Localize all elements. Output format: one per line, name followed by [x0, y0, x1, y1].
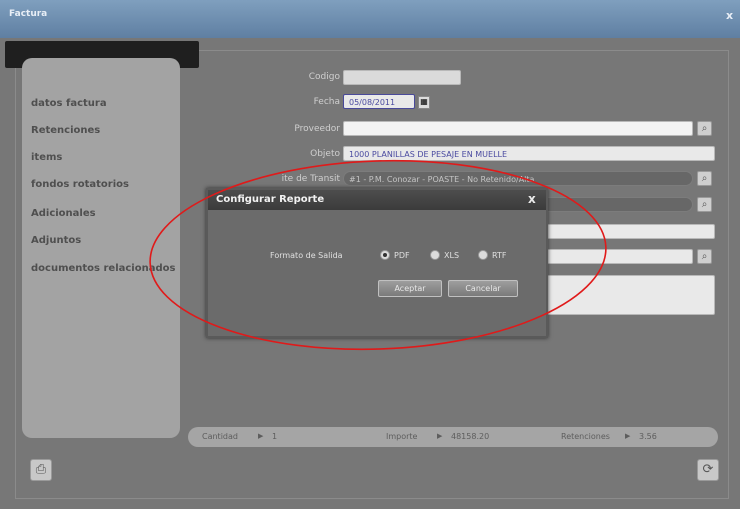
- lookup-search-icon[interactable]: ⌕: [697, 249, 712, 264]
- cantidad-arrow-icon: ▶: [258, 432, 264, 440]
- refresh-icon[interactable]: ⟳: [697, 459, 719, 481]
- codigo-field[interactable]: [343, 70, 461, 85]
- fecha-label: Fecha: [313, 97, 340, 107]
- sidebar-item-adicionales[interactable]: Adicionales: [31, 208, 96, 219]
- codigo-label: Codigo: [308, 72, 340, 82]
- sidebar-item-items[interactable]: items: [31, 152, 62, 163]
- sidebar-item-adjuntos[interactable]: Adjuntos: [31, 235, 81, 246]
- importe-label: Importe: [386, 432, 418, 441]
- proveedor-label: Proveedor: [294, 124, 340, 134]
- tipo-select[interactable]: #1 - P.M. Conozar - POASTE - No Retenido…: [343, 171, 693, 186]
- configurar-reporte-dialog: Configurar Reporte x Formato de Salida P…: [206, 188, 548, 338]
- sidebar-item-retenciones[interactable]: Retenciones: [31, 125, 100, 136]
- sidebar-item-datos-factura[interactable]: datos factura: [31, 98, 107, 109]
- importe-arrow-icon: ▶: [437, 432, 443, 440]
- aceptar-button[interactable]: Aceptar: [378, 280, 442, 297]
- calendar-icon[interactable]: ▦: [418, 96, 430, 109]
- secondary-search-icon[interactable]: ⌕: [697, 197, 712, 212]
- radio-xls[interactable]: [430, 250, 440, 260]
- objeto-field[interactable]: 1000 PLANILLAS DE PESAJE EN MUELLE: [343, 146, 715, 161]
- tipo-label: ite de Transit: [281, 174, 340, 184]
- window-titlebar: Factura x: [0, 0, 740, 38]
- window-title: Factura: [9, 9, 48, 19]
- retenciones-arrow-icon: ▶: [625, 432, 631, 440]
- dialog-titlebar: Configurar Reporte x: [208, 190, 546, 210]
- dialog-close-icon[interactable]: x: [528, 192, 536, 206]
- sidebar-item-fondos-rotatorios[interactable]: fondos rotatorios: [31, 179, 129, 190]
- status-bar: Cantidad ▶ 1 Importe ▶ 48158.20 Retencio…: [188, 427, 718, 447]
- proveedor-field[interactable]: [343, 121, 693, 136]
- cancelar-button[interactable]: Cancelar: [448, 280, 518, 297]
- cantidad-value: 1: [272, 432, 278, 441]
- printer-icon[interactable]: ⎙: [30, 459, 52, 481]
- radio-xls-label: XLS: [444, 251, 460, 260]
- sidebar: datos factura Retenciones items fondos r…: [22, 58, 180, 438]
- retenciones-label: Retenciones: [561, 432, 610, 441]
- sidebar-item-documentos-relacionados[interactable]: documentos relacionados: [31, 263, 175, 274]
- retenciones-value: 3.56: [639, 432, 657, 441]
- tipo-search-icon[interactable]: ⌕: [697, 171, 712, 186]
- importe-value: 48158.20: [451, 432, 490, 441]
- fecha-field[interactable]: 05/08/2011: [343, 94, 415, 109]
- formato-salida-label: Formato de Salida: [270, 251, 343, 260]
- proveedor-search-icon[interactable]: ⌕: [697, 121, 712, 136]
- radio-pdf-label: PDF: [394, 251, 410, 260]
- radio-pdf[interactable]: [380, 250, 390, 260]
- objeto-label: Objeto: [310, 149, 340, 159]
- radio-rtf-label: RTF: [492, 251, 507, 260]
- cantidad-label: Cantidad: [202, 432, 238, 441]
- radio-rtf[interactable]: [478, 250, 488, 260]
- window-close-icon[interactable]: x: [726, 9, 733, 22]
- dialog-title: Configurar Reporte: [216, 194, 325, 205]
